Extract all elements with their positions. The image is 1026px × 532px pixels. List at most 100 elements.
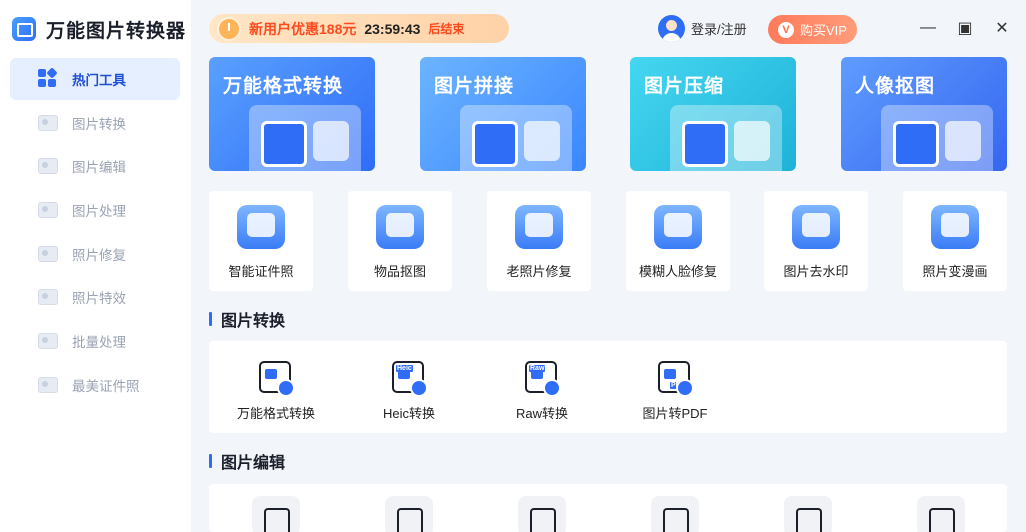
hero-card-format-convert[interactable]: 万能格式转换 [209,57,375,171]
vip-label: 购买VIP [800,23,847,38]
tool-watermark-remove[interactable]: 图片去水印 [764,191,868,291]
tool-id-photo[interactable]: 智能证件照 [209,191,313,291]
sidebar-nav: 热门工具 图片转换 图片编辑 图片处理 照片修复 照片特效 批量处理 最美证件照 [10,58,180,408]
buy-vip-button[interactable]: V 购买VIP [768,15,857,44]
sidebar-item-label: 图片处理 [72,204,126,220]
hero-card-title: 图片压缩 [644,76,725,97]
format-convert-icon [259,361,295,397]
portrait-cutout-illustration-icon [881,105,993,171]
sidebar-item-label: 照片特效 [72,291,126,307]
login-label: 登录/注册 [691,22,747,37]
raw-badge: Raw [529,365,546,372]
tool-label: 照片变漫画 [922,264,988,279]
section-title-convert: 图片转换 [209,309,286,330]
image-stitch-illustration-icon [460,105,572,171]
hero-card-image-stitch[interactable]: 图片拼接 [420,57,586,171]
sidebar-item-hot-tools[interactable]: 热门工具 [10,58,180,100]
wrench-photo-icon [515,205,563,249]
app-name: 万能图片转换器 [46,20,187,42]
heic-badge: Heic [396,365,413,372]
section-title-text: 图片编辑 [221,455,286,472]
convert-item-label: Heic转换 [382,406,435,421]
tool-label: 物品抠图 [373,264,426,279]
convert-item-raw[interactable]: Raw Raw转换 [475,341,609,433]
app-title: 万能图片转换器 [12,14,186,44]
image-convert-icon [38,114,58,131]
hero-card-title: 万能格式转换 [223,76,344,97]
promo-countdown: 23:59:43 [364,20,421,37]
close-button[interactable]: ✕ [992,18,1012,38]
eraser-icon [792,205,840,249]
promo-banner[interactable]: 新用户优惠188元 23:59:43 后结束 [209,14,509,43]
image-to-pdf-icon: PDF [658,361,694,397]
convert-item-format[interactable]: 万能格式转换 [209,341,343,433]
photo-effect-icon [38,289,58,306]
face-portrait-icon [654,205,702,249]
tool-label: 图片去水印 [783,264,849,279]
cartoon-bear-icon [931,205,979,249]
image-add-icon[interactable] [784,496,832,532]
edit-panel [209,484,1007,532]
convert-panel: 万能格式转换 Heic Heic转换 Raw Raw转换 PDF 图片转PDF [209,341,1007,433]
picture-app-icon [12,17,36,41]
blend-circles-icon[interactable] [917,496,965,532]
format-convert-illustration-icon [249,105,361,171]
sidebar-item-id-photo[interactable]: 最美证件照 [10,364,180,406]
convert-item-pdf[interactable]: PDF 图片转PDF [608,341,742,433]
image-edit-icon [38,158,58,175]
convert-item-label: 万能格式转换 [236,406,315,421]
login-button[interactable]: 登录/注册 [658,15,747,42]
id-card-icon [237,205,285,249]
section-title-edit: 图片编辑 [209,451,286,472]
sidebar-item-label: 图片转换 [72,116,126,132]
raw-convert-icon: Raw [525,361,561,397]
vip-icon: V [778,21,794,38]
maximize-button[interactable]: ▣ [955,18,975,38]
section-marker [209,454,212,468]
sidebar-item-label: 图片编辑 [72,160,126,176]
sidebar-item-label: 热门工具 [72,73,126,88]
tool-label: 老照片修复 [506,264,572,279]
convert-item-heic[interactable]: Heic Heic转换 [342,341,476,433]
section-title-text: 图片转换 [221,313,286,330]
clock-icon [217,16,241,41]
tool-label: 模糊人脸修复 [638,264,717,279]
sidebar-item-image-edit[interactable]: 图片编辑 [10,145,180,187]
hero-card-portrait-cutout[interactable]: 人像抠图 [841,57,1007,171]
photo-repair-icon [38,245,58,262]
image-process-icon [38,202,58,219]
batch-icon [38,333,58,350]
sidebar-item-image-process[interactable]: 图片处理 [10,189,180,231]
minimize-button[interactable]: — [918,18,938,38]
sticker-add-icon[interactable] [651,496,699,532]
promo-end-label: 后结束 [428,22,465,36]
tool-face-repair[interactable]: 模糊人脸修复 [626,191,730,291]
section-marker [209,312,212,326]
tool-old-photo-repair[interactable]: 老照片修复 [487,191,591,291]
grid-icon [38,67,58,89]
sidebar: 万能图片转换器 热门工具 图片转换 图片编辑 图片处理 照片修复 照片特效 批量… [0,0,191,532]
hero-card-image-compress[interactable]: 图片压缩 [630,57,796,171]
hero-card-title: 人像抠图 [855,76,936,97]
sidebar-item-photo-effect[interactable]: 照片特效 [10,276,180,318]
image-compress-illustration-icon [670,105,782,171]
sidebar-item-photo-repair[interactable]: 照片修复 [10,233,180,275]
avatar [658,15,685,42]
promo-text: 新用户优惠188元 [249,20,357,37]
sidebar-item-label: 批量处理 [72,335,126,351]
image-settings-icon[interactable] [252,496,300,532]
id-photo-icon [38,376,58,393]
hero-card-title: 图片拼接 [434,76,515,97]
crop-image-icon[interactable] [385,496,433,532]
tool-object-cutout[interactable]: 物品抠图 [348,191,452,291]
bag-icon [376,205,424,249]
tool-label: 智能证件照 [228,264,294,279]
tool-photo-cartoon[interactable]: 照片变漫画 [903,191,1007,291]
heic-convert-icon: Heic [392,361,428,397]
sidebar-item-label: 照片修复 [72,247,126,263]
sidebar-item-image-convert[interactable]: 图片转换 [10,102,180,144]
convert-item-label: 图片转PDF [642,406,708,421]
sidebar-item-batch[interactable]: 批量处理 [10,320,180,362]
convert-item-label: Raw转换 [515,406,568,421]
image-edit-pen-icon[interactable] [518,496,566,532]
